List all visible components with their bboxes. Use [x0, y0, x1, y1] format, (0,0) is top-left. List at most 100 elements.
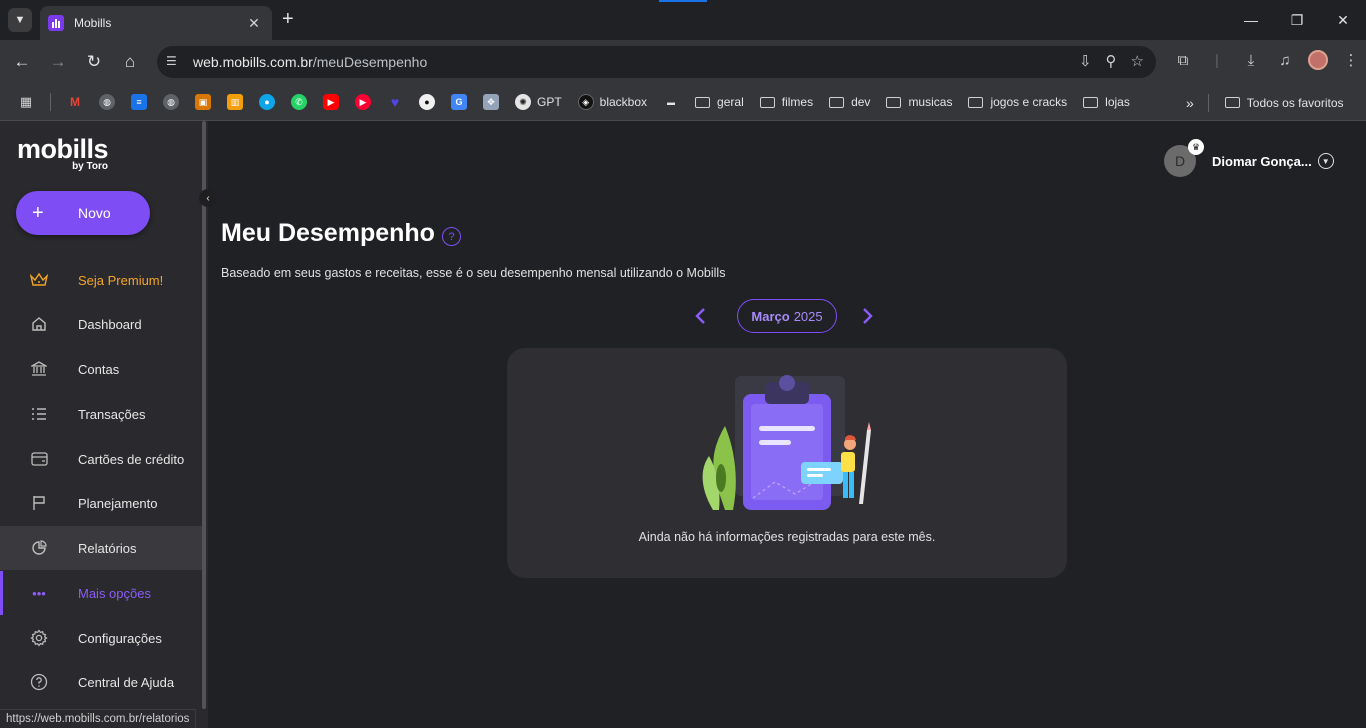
- sidebar-item-label: Contas: [78, 361, 120, 377]
- sidebar-item-label: Seja Premium!: [78, 272, 164, 288]
- sidebar-item-label: Transações: [78, 406, 146, 422]
- bookmark-github[interactable]: ●: [419, 94, 435, 110]
- bookmark-gmail[interactable]: M: [67, 94, 83, 110]
- bookmark-globe-1[interactable]: ◍: [99, 94, 115, 110]
- sidebar-item-planejamento[interactable]: Planejamento: [0, 481, 204, 525]
- bookmark-chat[interactable]: ●: [259, 94, 275, 110]
- sidebar-item-central-ajuda[interactable]: Central de Ajuda: [0, 660, 204, 704]
- bookmark-globe-2[interactable]: ◍: [163, 94, 179, 110]
- folder-label: filmes: [781, 95, 814, 109]
- bookmark-youtube[interactable]: ▶: [323, 94, 339, 110]
- sidebar-item-relatorios[interactable]: Relatórios: [0, 526, 204, 570]
- downloads-icon[interactable]: ⤓: [1240, 52, 1262, 69]
- bookmark-shop[interactable]: ▥: [227, 94, 243, 110]
- sidebar-item-configuracoes[interactable]: Configurações: [0, 616, 204, 660]
- tab-close-icon[interactable]: ✕: [246, 15, 262, 32]
- folder-label: lojas: [1105, 95, 1130, 109]
- amazon-icon: ▬: [667, 97, 676, 107]
- back-icon[interactable]: ←: [10, 50, 34, 74]
- folder-icon: [1224, 97, 1240, 108]
- more-dots-icon: •••: [32, 585, 46, 601]
- home-icon: [30, 315, 48, 333]
- forward-icon[interactable]: →: [46, 50, 70, 74]
- gmail-icon: M: [70, 95, 80, 109]
- site-settings-icon[interactable]: ☰: [166, 54, 182, 70]
- bookmark-star-icon[interactable]: ☆: [1131, 52, 1144, 70]
- tab-title: Mobills: [74, 16, 112, 30]
- sidebar-item-cartoes[interactable]: Cartões de crédito: [0, 437, 204, 481]
- bookmark-folder-jogos[interactable]: jogos e cracks: [968, 95, 1067, 109]
- previous-month-icon[interactable]: [690, 304, 710, 328]
- collapse-sidebar-icon[interactable]: ‹: [199, 189, 217, 207]
- folder-label: jogos e cracks: [990, 95, 1068, 109]
- bookmark-whatsapp[interactable]: ✆: [291, 94, 307, 110]
- install-app-icon[interactable]: ⇩: [1079, 52, 1092, 70]
- empty-state-card: Ainda não há informações registradas par…: [507, 348, 1067, 578]
- pie-chart-icon: [30, 539, 48, 557]
- bookmark-apps[interactable]: ▦: [18, 94, 34, 110]
- sidebar-item-label: Mais opções: [78, 585, 151, 601]
- extensions-icon[interactable]: ⧉: [1172, 52, 1194, 69]
- sidebar-item-label: Dashboard: [78, 316, 142, 332]
- folder-label: geral: [717, 95, 744, 109]
- translate-icon: G: [451, 94, 467, 110]
- bookmark-heart[interactable]: ♥: [387, 94, 403, 110]
- all-bookmarks-folder[interactable]: Todos os favoritos: [1224, 96, 1344, 110]
- apps-grid-icon: ▦: [19, 94, 33, 109]
- sidebar-item-transacoes[interactable]: Transações: [0, 392, 204, 436]
- youtube-music-icon: ▶: [355, 94, 371, 110]
- tab-search-icon[interactable]: ▼: [8, 8, 32, 32]
- folder-label: musicas: [908, 95, 953, 109]
- avatar[interactable]: D ♛: [1164, 139, 1204, 177]
- chevron-down-icon[interactable]: ▼: [1317, 153, 1334, 169]
- zoom-icon[interactable]: ⚲: [1106, 52, 1117, 70]
- shop-icon: ▥: [227, 94, 243, 110]
- folder-icon: [829, 96, 845, 108]
- sidebar-item-premium[interactable]: Seja Premium!: [0, 258, 204, 302]
- next-month-icon[interactable]: [858, 304, 878, 328]
- bookmark-folder-geral[interactable]: geral: [695, 95, 744, 109]
- browser-tab[interactable]: Mobills ✕: [40, 6, 272, 40]
- home-icon[interactable]: ⌂: [118, 50, 142, 74]
- profile-avatar[interactable]: [1308, 50, 1328, 70]
- bookmark-folder-filmes[interactable]: filmes: [759, 95, 814, 109]
- bookmark-folder-dev[interactable]: dev: [829, 95, 870, 109]
- new-button[interactable]: + Novo: [16, 191, 150, 235]
- browser-menu-icon[interactable]: ⋮: [1340, 51, 1362, 69]
- bookmark-folder-musicas[interactable]: musicas: [886, 95, 952, 109]
- bookmark-blue[interactable]: ≡: [131, 94, 147, 110]
- sidebar-item-contas[interactable]: Contas: [0, 347, 204, 391]
- close-window-icon[interactable]: ✕: [1320, 0, 1366, 40]
- bookmark-gpt[interactable]: ✺ GPT: [515, 94, 562, 110]
- url-text: web.mobills.com.br/meuDesempenho: [193, 54, 427, 70]
- sidebar-item-dashboard[interactable]: Dashboard: [0, 302, 204, 346]
- minimize-icon[interactable]: —: [1228, 0, 1274, 40]
- bookmark-amazon[interactable]: ▬: [663, 94, 679, 110]
- month-selector[interactable]: Março 2025: [737, 299, 837, 333]
- folder-icon: [968, 96, 984, 108]
- new-tab-icon[interactable]: +: [282, 9, 294, 29]
- restore-icon[interactable]: ❐: [1274, 0, 1320, 40]
- address-bar[interactable]: ☰ web.mobills.com.br/meuDesempenho ⇩ ⚲ ☆: [157, 46, 1156, 78]
- user-menu[interactable]: D ♛ Diomar Gonça... ▼: [1164, 139, 1334, 177]
- media-control-icon[interactable]: ♫: [1274, 52, 1296, 69]
- help-icon[interactable]: ?: [442, 227, 461, 246]
- bookmarks-bar: ▦ M ◍ ≡ ◍ ▣ ▥ ● ✆ ▶ ▶ ♥ ● G ✥ ✺ GPT ◈ blac…: [0, 84, 1366, 121]
- bookmark-blackbox[interactable]: ◈ blackbox: [577, 94, 647, 110]
- sidebar-scrollbar[interactable]: [202, 121, 206, 709]
- year-label: 2025: [793, 308, 823, 324]
- sidebar-item-label: Central de Ajuda: [78, 674, 175, 690]
- bookmark-translate[interactable]: G: [451, 94, 467, 110]
- sidebar: mobills by Toro + Novo Seja Premium! Das…: [0, 121, 208, 728]
- reload-icon[interactable]: ↻: [82, 50, 106, 74]
- whatsapp-icon: ✆: [291, 94, 307, 110]
- sidebar-item-label: Relatórios: [78, 540, 137, 556]
- sidebar-item-mais-opcoes[interactable]: ••• Mais opções: [0, 571, 204, 615]
- bookmark-youtube-music[interactable]: ▶: [355, 94, 371, 110]
- bookmark-presentation[interactable]: ▣: [195, 94, 211, 110]
- mobills-logo[interactable]: mobills by Toro: [17, 135, 109, 172]
- browser-right-tools: ⧉ | ⤓ ♫ ⋮: [1172, 50, 1362, 70]
- bookmark-folder-lojas[interactable]: lojas: [1083, 95, 1130, 109]
- bookmark-map[interactable]: ✥: [483, 94, 499, 110]
- chevron-double-right-icon[interactable]: »: [1186, 95, 1194, 111]
